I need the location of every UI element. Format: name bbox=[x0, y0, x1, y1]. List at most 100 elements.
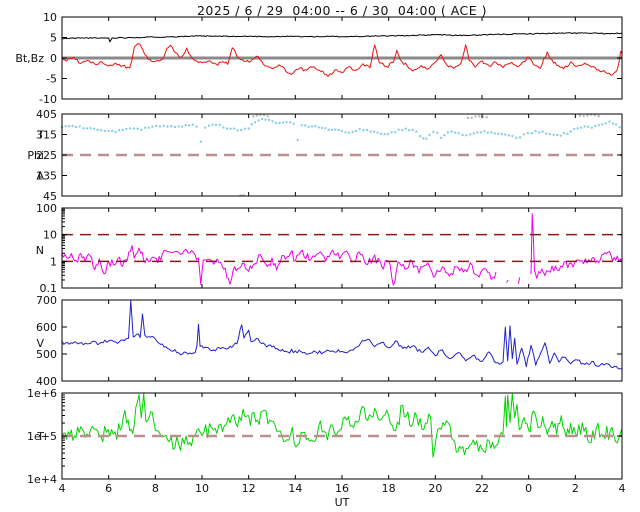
Phi-angle-dot bbox=[347, 131, 351, 134]
Phi-angle-dot bbox=[454, 131, 457, 134]
Phi-angle-dot bbox=[422, 137, 425, 140]
temperature-axis-label: T bbox=[36, 430, 44, 443]
Phi-angle-dot bbox=[85, 127, 89, 130]
xtick-label: 20 bbox=[428, 482, 442, 495]
Phi-angle-flagged-dot bbox=[255, 114, 258, 117]
Phi-angle-dot bbox=[330, 128, 334, 131]
Phi-angle-dot bbox=[236, 129, 239, 132]
Phi-angle-flagged-dot bbox=[470, 116, 473, 120]
Phi-angle-dot bbox=[121, 128, 124, 132]
Phi-angle-dot bbox=[162, 124, 165, 128]
Phi-angle-dot bbox=[432, 130, 435, 134]
Phi-angle-dot bbox=[597, 124, 600, 127]
Phi-angle-dot bbox=[379, 132, 383, 135]
Phi-angle-dot bbox=[140, 128, 143, 131]
Phi-angle-dot bbox=[390, 131, 393, 134]
Phi-angle-flagged-dot bbox=[578, 114, 582, 117]
Phi-angle-dot bbox=[271, 120, 274, 123]
ion-temperature-trace bbox=[61, 393, 623, 458]
phi-axis-label: T bbox=[36, 129, 44, 142]
Phi-angle-dot bbox=[504, 133, 507, 136]
Phi-angle-dot bbox=[397, 128, 400, 131]
xtick-label: 2 bbox=[572, 482, 579, 495]
Phi-angle-dot bbox=[411, 128, 414, 132]
Phi-angle-dot bbox=[96, 128, 99, 132]
Phi-angle-dot bbox=[490, 131, 493, 134]
Phi-angle-dot bbox=[114, 130, 117, 134]
x-axis-title: UT bbox=[335, 496, 350, 509]
Phi-angle-dot bbox=[71, 124, 74, 128]
Phi-angle-dot bbox=[218, 123, 221, 127]
Phi-angle-dot bbox=[407, 129, 411, 132]
xtick-label: 4 bbox=[619, 482, 626, 495]
Phi-angle-dot bbox=[383, 133, 386, 136]
Phi-angle-dot bbox=[203, 126, 207, 129]
Phi-angle-dot bbox=[469, 133, 472, 136]
Phi-angle-dot bbox=[250, 123, 253, 126]
Phi-angle-dot bbox=[493, 132, 496, 135]
Phi-angle-dot bbox=[428, 133, 431, 137]
chart-title: 2025 / 6 / 29 04:00 -- 6 / 30 04:00 ( AC… bbox=[196, 3, 488, 18]
Phi-angle-dot bbox=[511, 134, 514, 138]
Phi-angle-dot bbox=[67, 125, 71, 128]
Phi-angle-dot bbox=[307, 125, 310, 128]
Phi-angle-flagged-dot bbox=[466, 116, 470, 120]
Phi-angle-dot bbox=[522, 133, 526, 136]
Phi-angle-dot bbox=[556, 133, 559, 137]
Phi-angle-dot bbox=[587, 125, 590, 128]
Phi-angle-dot bbox=[188, 124, 191, 127]
Phi-angle-dot bbox=[143, 126, 147, 129]
Phi-angle-dot bbox=[500, 132, 503, 136]
Phi-angle-dot bbox=[82, 127, 85, 130]
Phi-angle-dot bbox=[611, 122, 615, 125]
Phi-angle-dot bbox=[334, 128, 337, 131]
Phi-angle-dot bbox=[386, 132, 390, 136]
Phi-angle-dot bbox=[436, 131, 439, 135]
Phi-angle-dot bbox=[507, 134, 510, 137]
Phi-angle-dot bbox=[92, 127, 96, 130]
Phi-angle-dot bbox=[440, 136, 443, 140]
Phi-angle-dot bbox=[515, 136, 518, 139]
Phi-angle-flagged-dot bbox=[252, 115, 255, 118]
Phi-angle-dot bbox=[559, 134, 562, 137]
Phi-angle-dot bbox=[541, 130, 544, 133]
density-frame bbox=[61, 207, 623, 289]
Phi-angle-dot bbox=[147, 126, 150, 129]
Phi-angle-dot bbox=[358, 128, 361, 131]
speed-axis-label: V bbox=[36, 337, 44, 350]
Phi-angle-dot bbox=[479, 131, 482, 134]
Phi-angle-dot bbox=[566, 132, 569, 135]
Phi-angle-flagged-dot bbox=[485, 116, 488, 119]
proton-density-trace bbox=[530, 213, 623, 279]
density-ytick-label: 100 bbox=[36, 202, 57, 215]
Phi-angle-dot bbox=[300, 124, 303, 127]
Phi-angle-dot bbox=[125, 127, 128, 131]
Phi-angle-dot bbox=[327, 128, 330, 131]
ace-solar-wind-plot: 2025 / 6 / 29 04:00 -- 6 / 30 04:00 ( AC… bbox=[0, 0, 640, 512]
bt-bz-ytick-label: 10 bbox=[43, 11, 57, 24]
Phi-angle-flagged-dot bbox=[586, 114, 589, 117]
bt-bz-ytick-label: -5 bbox=[46, 73, 57, 86]
Phi-angle-dot bbox=[184, 123, 187, 127]
proton-density-trace bbox=[517, 277, 521, 284]
Phi-angle-dot bbox=[594, 124, 597, 128]
bulk-speed-trace bbox=[61, 300, 623, 370]
Phi-angle-dot bbox=[253, 121, 257, 124]
Phi-angle-dot bbox=[530, 132, 533, 135]
xtick-label: 18 bbox=[382, 482, 396, 495]
Phi-angle-dot bbox=[472, 132, 475, 135]
xtick-label: 6 bbox=[105, 482, 112, 495]
temperature-ytick-label: 1e+6 bbox=[27, 387, 57, 400]
Phi-angle-dot bbox=[590, 126, 593, 129]
Phi-angle-dot bbox=[267, 118, 271, 122]
bt-bz-ytick-label: 5 bbox=[50, 32, 57, 45]
Phi-angle-dot bbox=[583, 125, 586, 128]
Phi-angle-dot bbox=[538, 131, 541, 134]
Phi-angle-dot bbox=[497, 132, 500, 135]
speed-frame bbox=[61, 299, 623, 382]
Phi-angle-dot bbox=[247, 127, 250, 130]
Phi-angle-dot bbox=[158, 125, 162, 128]
Phi-angle-dot bbox=[177, 125, 180, 128]
Phi-angle-dot bbox=[562, 132, 566, 135]
Phi-angle-dot bbox=[404, 127, 407, 130]
